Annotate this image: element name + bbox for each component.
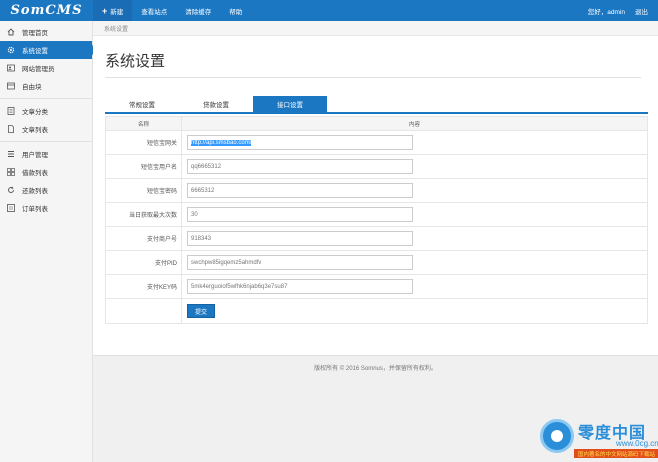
field-label-sms-username: 短信宝用户名 <box>106 155 182 178</box>
field-label-merchant-id: 支付商户号 <box>106 227 182 250</box>
help-label: 帮助 <box>229 8 243 16</box>
logout-link[interactable]: 退出 <box>635 6 648 16</box>
field-label-pay-pid: 支付PID <box>106 251 182 274</box>
category-icon <box>7 107 15 115</box>
sidebar-divider <box>0 141 92 142</box>
tab-general-settings[interactable]: 常规设置 <box>105 96 179 112</box>
top-bar: SomCMS + 新建 查看站点 清除缓存 帮助 您好，admin 退出 <box>0 0 658 21</box>
user-greeting[interactable]: 您好，admin <box>588 6 625 16</box>
title-divider <box>105 77 641 78</box>
breadcrumb[interactable]: 系统设置 <box>93 21 658 36</box>
watermark-circle-icon <box>540 419 574 453</box>
sidebar-item-article-list[interactable]: 文章列表 <box>0 120 92 138</box>
table-row: 当日获取最大次数 30 <box>106 203 647 227</box>
user-area: 您好，admin 退出 <box>588 0 658 21</box>
sidebar-item-loan-list[interactable]: 借款列表 <box>0 163 92 181</box>
sidebar: 管理首页 系统设置 网站管理员 自由块 文章分类 文章列表 用户管理 借款列表 … <box>0 21 98 462</box>
settings-tabs: 常规设置 贷款设置 接口设置 <box>105 96 648 114</box>
sms-gateway-value: http://api.smsbao.com/ <box>191 139 252 146</box>
table-row: 短信宝密码 6665312 <box>106 179 647 203</box>
sidebar-item-label: 文章列表 <box>22 127 48 134</box>
tab-api-settings[interactable]: 接口设置 <box>253 96 327 112</box>
clear-cache-link[interactable]: 清除缓存 <box>176 0 220 21</box>
submit-button[interactable]: 提交 <box>187 304 215 318</box>
watermark-slogan: 国内著名的中文网站源码下载站 <box>574 449 658 458</box>
top-nav: + 新建 查看站点 清除缓存 帮助 <box>93 0 251 21</box>
table-header: 名称 内容 <box>106 117 647 131</box>
sidebar-divider <box>0 98 92 99</box>
field-label-sms-password: 短信宝密码 <box>106 179 182 202</box>
field-label-sms-gateway: 短信宝网关 <box>106 131 182 154</box>
sidebar-item-article-categories[interactable]: 文章分类 <box>0 102 92 120</box>
home-icon <box>7 28 15 36</box>
sidebar-item-order-list[interactable]: 订单列表 <box>0 199 92 217</box>
watermark-logo: 零度中国 www.0cg.cn 国内著名的中文网站源码下载站 <box>540 415 658 462</box>
sidebar-item-label: 还款列表 <box>22 188 48 195</box>
clear-cache-label: 清除缓存 <box>185 8 212 16</box>
footer-copyright: 版权所有 © 2016 Somnus，并保留所有权利。 <box>314 366 437 372</box>
sidebar-item-system-settings[interactable]: 系统设置 <box>0 41 98 59</box>
column-header-content: 内容 <box>408 121 420 128</box>
pay-pid-input[interactable]: swchpw85igqemz5ahmdfv <box>187 255 413 270</box>
sidebar-item-label: 网站管理员 <box>22 66 55 73</box>
admin-user-icon <box>7 64 15 72</box>
table-row: 短信宝用户名 qq6665312 <box>106 155 647 179</box>
sms-username-input[interactable]: qq6665312 <box>187 159 413 174</box>
gear-icon <box>7 46 15 54</box>
settings-table: 名称 内容 短信宝网关 http://api.smsbao.com/ 短信宝用户… <box>105 116 648 324</box>
new-button[interactable]: + 新建 <box>93 0 133 21</box>
page-title: 系统设置 <box>105 53 166 70</box>
plus-icon: + <box>102 5 108 16</box>
watermark-url: www.0cg.cn <box>616 439 658 448</box>
column-header-name: 名称 <box>106 117 182 130</box>
field-label-pay-key: 支付KEY码 <box>106 275 182 298</box>
main-content: 系统设置 系统设置 常规设置 贷款设置 接口设置 名称 内容 短信宝网关 htt… <box>93 21 658 356</box>
sidebar-item-site-admins[interactable]: 网站管理员 <box>0 59 92 77</box>
sms-gateway-input[interactable]: http://api.smsbao.com/ <box>187 135 413 150</box>
table-row: 支付PID swchpw85igqemz5ahmdfv <box>106 251 647 275</box>
sidebar-item-label: 文章分类 <box>22 109 48 116</box>
sidebar-item-label: 自由块 <box>22 84 42 91</box>
new-button-label: 新建 <box>110 8 124 16</box>
view-site-label: 查看站点 <box>141 8 168 16</box>
table-row: 支付商户号 918343 <box>106 227 647 251</box>
empty-cell <box>106 299 182 323</box>
merchant-id-input[interactable]: 918343 <box>187 231 413 246</box>
field-label-daily-max: 当日获取最大次数 <box>106 203 182 226</box>
refresh-icon <box>7 186 15 194</box>
grid-icon <box>7 168 15 176</box>
daily-max-input[interactable]: 30 <box>187 207 413 222</box>
sidebar-item-free-blocks[interactable]: 自由块 <box>0 77 92 95</box>
help-link[interactable]: 帮助 <box>220 0 251 21</box>
order-icon <box>7 204 15 212</box>
user-icon <box>7 150 15 158</box>
table-row: 短信宝网关 http://api.smsbao.com/ <box>106 131 647 155</box>
block-icon <box>7 82 15 90</box>
sidebar-item-label: 借款列表 <box>22 170 48 177</box>
sidebar-item-home[interactable]: 管理首页 <box>0 23 92 41</box>
sms-password-input[interactable]: 6665312 <box>187 183 413 198</box>
table-row: 提交 <box>106 299 647 323</box>
tab-loan-settings[interactable]: 贷款设置 <box>179 96 253 112</box>
sidebar-item-label: 系统设置 <box>22 48 48 55</box>
sidebar-item-label: 订单列表 <box>22 206 48 213</box>
table-row: 支付KEY码 5mk4erguoiof5wfhk6njab6q3e7su87 <box>106 275 647 299</box>
pay-key-input[interactable]: 5mk4erguoiof5wfhk6njab6q3e7su87 <box>187 279 413 294</box>
sidebar-item-label: 管理首页 <box>22 30 48 37</box>
view-site-link[interactable]: 查看站点 <box>132 0 176 21</box>
sidebar-item-label: 用户管理 <box>22 152 48 159</box>
sidebar-item-user-management[interactable]: 用户管理 <box>0 145 92 163</box>
sidebar-item-repayment-list[interactable]: 还款列表 <box>0 181 92 199</box>
app-logo[interactable]: SomCMS <box>0 0 93 21</box>
document-icon <box>7 125 15 133</box>
